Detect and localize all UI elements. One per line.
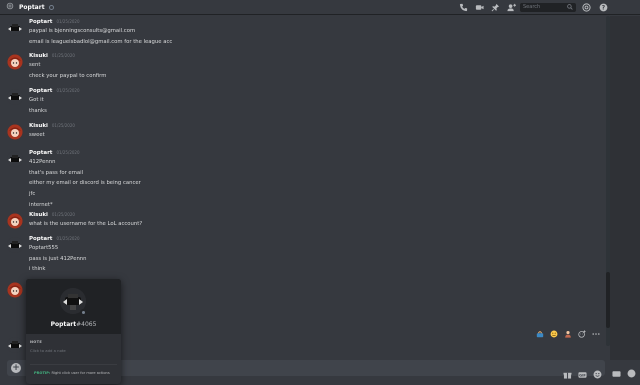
author-name[interactable]: Kisuki [29,123,48,129]
avatar[interactable] [7,20,23,36]
protip-label: PROTIP: [34,371,51,375]
popout-username-text: Poptart [50,321,77,328]
author-name[interactable]: Kisuki [29,212,48,218]
message-text: what is the username for the LoL account… [29,221,143,227]
mention-icon[interactable] [582,3,591,12]
avatar[interactable] [7,124,23,140]
emoji-icon[interactable] [593,364,602,379]
more-icon[interactable] [592,330,600,338]
status-icon [48,4,54,10]
author-name[interactable]: Kisuki [29,53,48,59]
svg-text:GIF: GIF [579,374,586,378]
note-input[interactable]: Click to add a note [30,348,66,353]
search-placeholder: Search [523,4,541,10]
note-label: NOTE [30,340,43,344]
popout-discriminator: #4065 [76,321,97,328]
author-name[interactable]: Poptart [29,19,52,25]
avatar[interactable] [7,337,23,353]
popout-username: Poptart#4065 [26,321,121,328]
timestamp: 01/25/2020 [51,123,75,128]
message-group[interactable]: Kisuki 01/25/2020 sent check your paypal to… [0,53,600,84]
side-panel [610,16,640,360]
message-text: pass is just 412Pennn [29,255,87,262]
message-header: Kisuki 01/25/2020 [29,212,75,219]
search-icon [567,4,573,14]
message-group[interactable]: Kisuki 01/25/2020 what is the username for… [0,212,600,233]
gif-icon[interactable]: GIF [578,364,587,378]
reaction-3-icon[interactable] [564,330,572,338]
protip-text: Right click user for more actions [51,371,110,375]
message-text: sent [29,62,41,68]
reaction-1-icon[interactable] [536,330,544,338]
author-name[interactable]: Poptart [29,236,52,242]
timestamp: 01/25/2020 [51,212,75,217]
timestamp: 01/25/2020 [56,236,80,241]
message-group[interactable]: Poptart 01/25/2020 Poptart555 pass is just … [0,236,600,278]
help-icon[interactable]: ? [599,3,608,12]
author-name[interactable]: Poptart [29,150,52,156]
popout-header: Poptart#4065 [26,279,121,334]
message-text: Poptart555 [29,245,59,251]
message-text: paypal is bjenningsconsults@gmail.com [29,28,136,34]
header-toolbar [459,2,523,13]
message-group[interactable]: Poptart 01/25/2020 412Pennn that's pass for… [0,150,600,214]
message-group[interactable]: Poptart 01/25/2020 paypal is bjenningscons… [0,19,600,50]
popout-body: NOTE Click to add a note PROTIP: Right c… [26,334,121,384]
header-right-toolbar: ? [582,2,616,13]
message-text: i think [29,266,46,273]
protip: PROTIP: Right click user for more action… [34,371,110,375]
timestamp: 01/25/2020 [56,150,80,155]
message-header: Poptart 01/25/2020 [29,88,80,95]
timestamp: 01/25/2020 [56,88,80,93]
message-group[interactable]: Kisuki 01/25/2020 sweet [0,123,600,144]
message-header: Kisuki 01/25/2020 [29,123,75,130]
channel-name: Poptart [19,3,45,11]
composer-side-icons [612,363,640,378]
avatar[interactable] [7,237,23,253]
message-hover-toolbar [536,328,606,339]
upload-plus-icon[interactable]: + [11,363,21,373]
video-icon[interactable] [475,3,484,12]
message-header: Poptart 01/25/2020 [29,19,80,26]
message-text: sweet [29,132,45,138]
timestamp: 01/25/2020 [51,53,75,58]
message-header: Poptart 01/25/2020 [29,236,80,243]
message-text: either my email or discord is being canc… [29,180,141,187]
user-profile-popout: Poptart#4065 NOTE Click to add a note PR… [26,279,121,384]
message-header: Kisuki 01/25/2020 [29,53,75,60]
avatar[interactable] [7,89,23,105]
emoji-side-icon[interactable] [627,363,636,378]
message-text: check your paypal to confirm [29,72,107,79]
message-group[interactable]: Poptart 01/25/2020 Got it thanks [0,88,600,119]
message-text: 412Pennn [29,159,56,165]
author-name[interactable]: Poptart [29,88,52,94]
message-text: Got it [29,97,44,103]
gift-icon[interactable] [563,364,572,379]
avatar[interactable] [7,54,23,70]
avatar[interactable] [7,151,23,167]
message-text: jfc [29,191,36,198]
pin-icon[interactable] [491,3,500,12]
call-icon[interactable] [459,3,468,12]
status-offline-icon [80,309,87,316]
message-text: internet* [29,201,53,208]
message-text: thanks [29,107,47,114]
message-header: Poptart 01/25/2020 [29,150,80,157]
message-text: that's pass for email [29,169,84,176]
at-icon [6,2,14,13]
gif-side-icon[interactable] [612,363,621,377]
search-input[interactable]: Search [520,3,576,12]
reaction-2-icon[interactable] [550,330,558,338]
add-reaction-icon[interactable] [578,329,586,338]
add-friend-icon[interactable] [507,3,516,12]
popout-divider [30,364,117,365]
avatar[interactable] [7,282,23,298]
message-text: email is leagueisbadlol@gmail.com for th… [29,38,173,45]
timestamp: 01/25/2020 [56,19,80,24]
avatar[interactable] [7,213,23,229]
